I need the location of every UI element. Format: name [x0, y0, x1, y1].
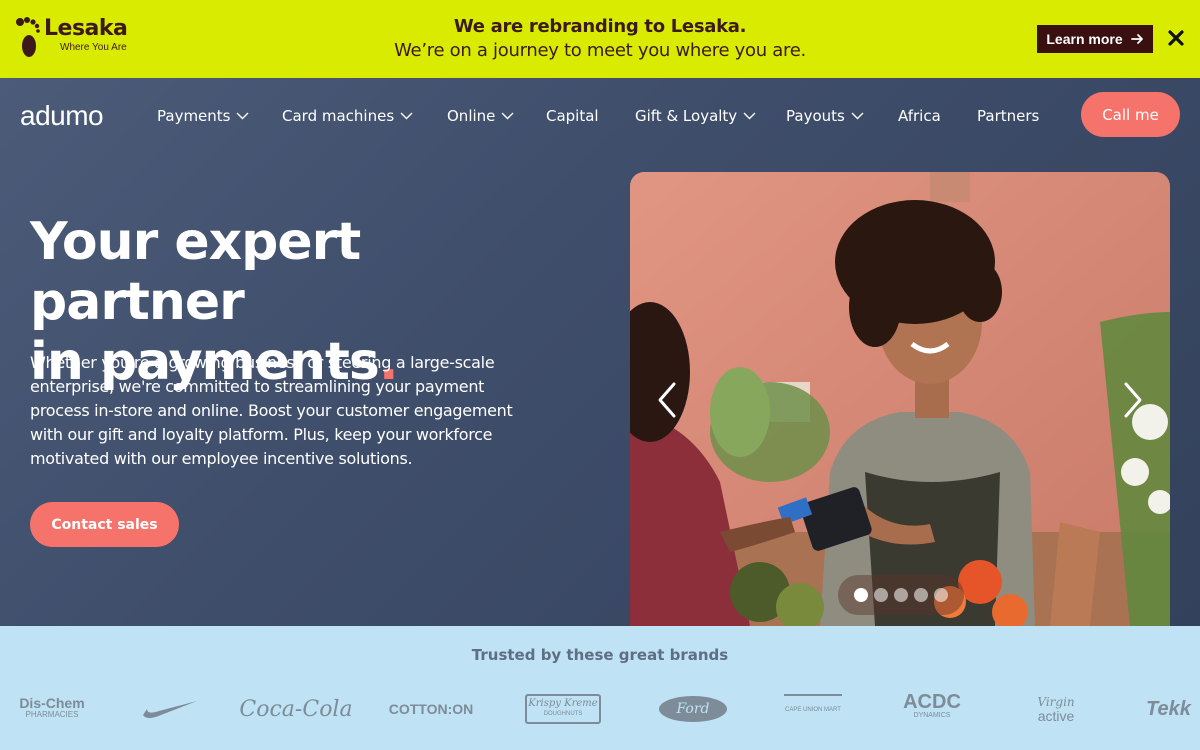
nav-payouts[interactable]: Payouts	[786, 104, 864, 128]
carousel-dot-5[interactable]	[934, 588, 948, 602]
learn-more-button[interactable]: Learn more	[1037, 25, 1153, 53]
hero-description: Whether you're a growing business or ste…	[30, 353, 513, 468]
learn-more-label: Learn more	[1046, 31, 1123, 47]
brands-section: Trusted by these great brands Dis-Chem P…	[0, 626, 1200, 750]
nav-label: Gift & Loyalty	[635, 107, 738, 125]
nav-payments[interactable]: Payments	[157, 104, 249, 128]
close-icon[interactable]	[1166, 28, 1186, 48]
nav-label: Payouts	[786, 107, 845, 125]
brand-logo-virgin-active: Virgin active	[1037, 695, 1075, 724]
banner-title: We are rebranding to Lesaka.	[453, 16, 747, 37]
chevron-down-icon	[743, 112, 756, 120]
chevron-down-icon	[851, 112, 864, 120]
brand-logo-nike	[140, 694, 200, 724]
chevron-down-icon	[236, 112, 249, 120]
lesaka-wordmark: Lesaka	[44, 16, 128, 41]
lesaka-logo[interactable]: Lesaka Where You Are	[14, 16, 128, 60]
nav-capital[interactable]: Capital	[546, 104, 599, 128]
nav-label: Payments	[157, 107, 231, 125]
footprint-icon	[16, 17, 40, 57]
nav-partners[interactable]: Partners	[977, 104, 1039, 128]
chevron-down-icon	[501, 112, 514, 120]
hero-photo	[630, 172, 1170, 626]
arrow-right-icon	[1130, 34, 1143, 44]
brand-logo-coca-cola: Coca-Cola	[239, 696, 353, 722]
brand-logo-acdc: ACDC DYNAMICS	[903, 691, 961, 719]
nike-swoosh-icon	[143, 701, 197, 718]
brand-logo-cotton-on: COTTON:ON	[388, 701, 474, 717]
brand-logo-ford: Ford	[659, 696, 727, 722]
nav-online[interactable]: Online	[447, 104, 514, 128]
nav-label: Online	[447, 107, 496, 125]
brand-logo-cape-union-mart: CAPE UNION MART	[784, 694, 842, 724]
carousel-dots	[838, 575, 964, 615]
carousel-dot-2[interactable]	[874, 588, 888, 602]
brand-logo-dischem: Dis-Chem PHARMACIES	[19, 695, 85, 719]
hero-image-carousel	[630, 172, 1170, 626]
lesaka-tagline: Where You Are	[60, 42, 127, 53]
brand-logo-tekkie-town: Tekk	[1146, 697, 1191, 720]
banner-subtitle: We’re on a journey to meet you where you…	[394, 40, 806, 61]
nav-label: Africa	[898, 107, 941, 125]
call-me-button[interactable]: Call me	[1081, 92, 1180, 137]
chevron-down-icon	[400, 112, 413, 120]
nav-label: Partners	[977, 107, 1040, 125]
carousel-dot-3[interactable]	[894, 588, 908, 602]
headline-line-1: Your expert partner	[30, 212, 361, 332]
nav-card-machines[interactable]: Card machines	[282, 104, 413, 128]
brand-logo-krispy-kreme: Krispy Kreme DOUGHNUTS	[525, 694, 601, 724]
rebrand-banner: Lesaka Where You Are We are rebranding t…	[0, 0, 1200, 78]
carousel-next-icon[interactable]	[1116, 380, 1146, 420]
nav-label: Card machines	[282, 107, 395, 125]
nav-label: Capital	[546, 107, 599, 125]
carousel-prev-icon[interactable]	[654, 380, 684, 420]
carousel-dot-1[interactable]	[854, 588, 868, 602]
brands-title: Trusted by these great brands	[471, 646, 729, 664]
hero-section: adumo Payments Card machines Online Capi…	[0, 78, 1200, 626]
contact-sales-button[interactable]: Contact sales	[30, 502, 179, 547]
carousel-dot-4[interactable]	[914, 588, 928, 602]
nav-africa[interactable]: Africa	[898, 104, 941, 128]
nav-gift-loyalty[interactable]: Gift & Loyalty	[635, 104, 756, 128]
main-nav: Payments Card machines Online Capital Gi…	[0, 104, 1200, 128]
